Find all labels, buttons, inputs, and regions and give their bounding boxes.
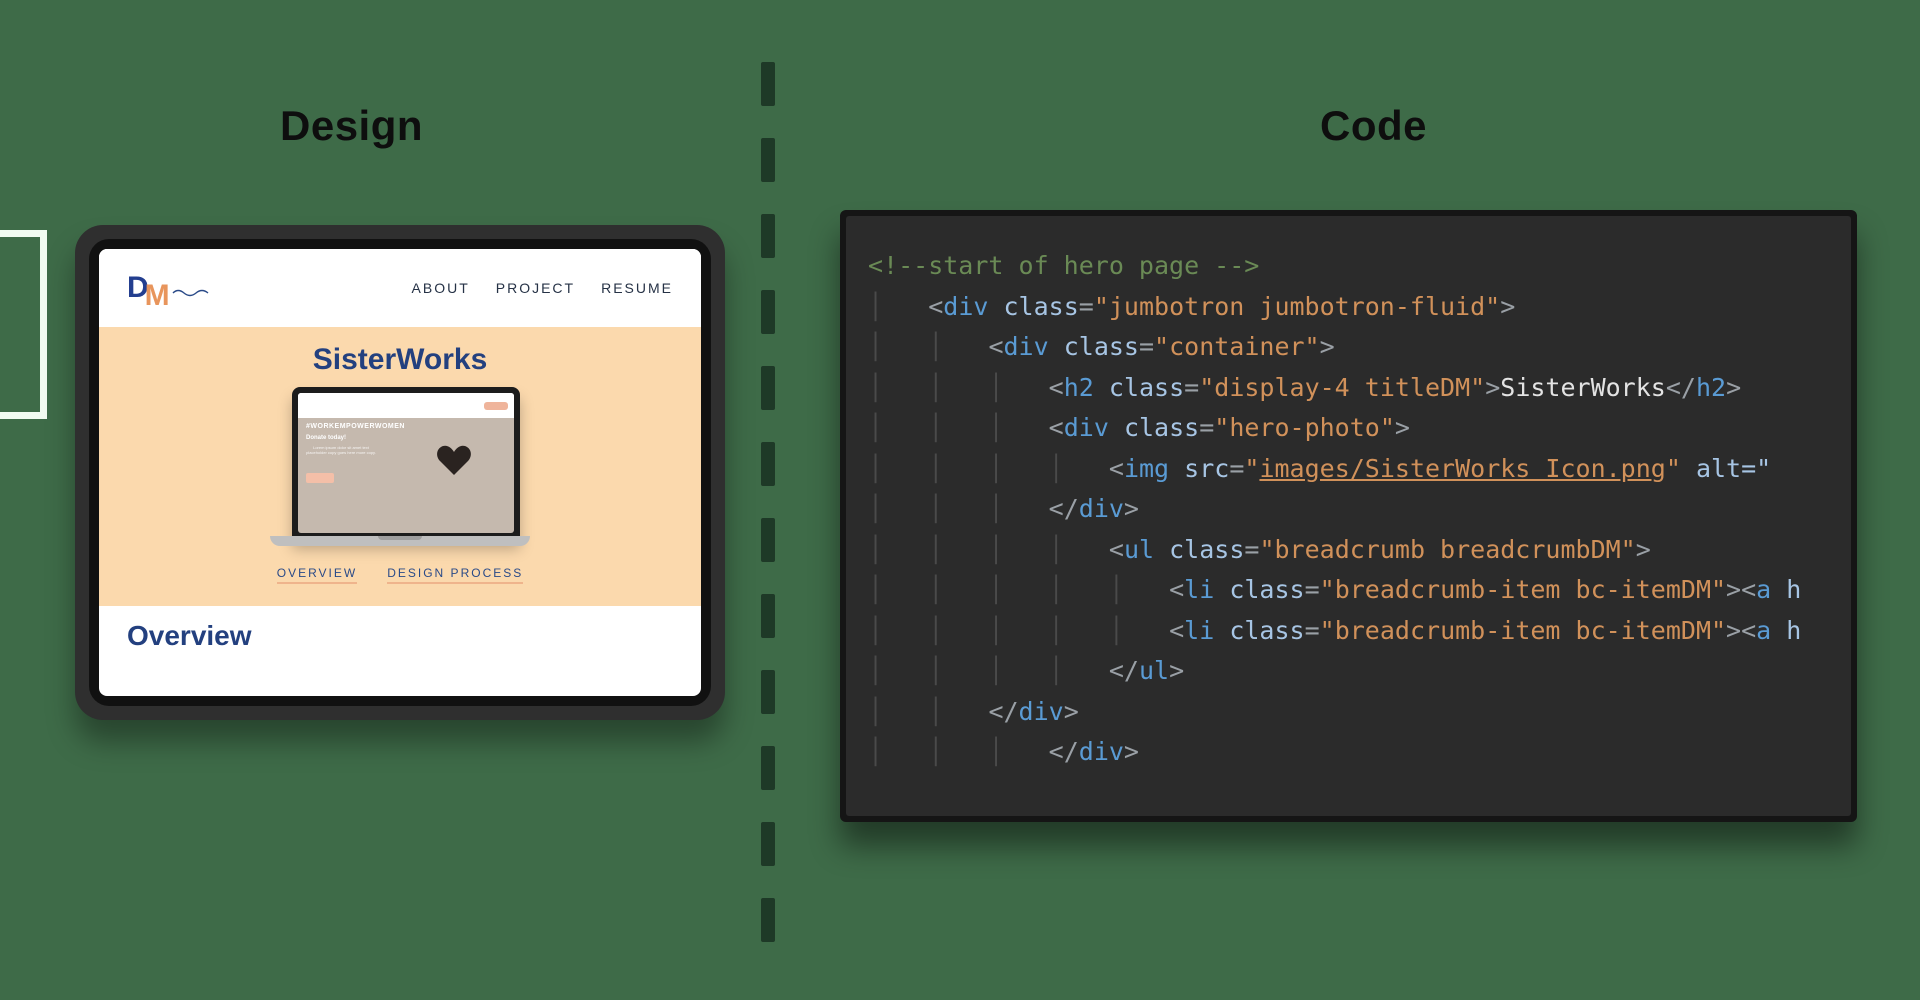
site-hero: SisterWorks #WORKEMPOWERWOMEN Donate tod… (99, 327, 701, 606)
nav-resume[interactable]: RESUME (601, 280, 673, 296)
laptop-hero-hashtag: #WORKEMPOWERWOMEN (306, 423, 405, 430)
heart-icon (434, 441, 474, 481)
overview-heading: Overview (99, 606, 701, 652)
divider-dash (761, 670, 775, 714)
laptop-screen: #WORKEMPOWERWOMEN Donate today! Lorem ip… (292, 387, 520, 539)
laptop-topbar (298, 393, 514, 418)
tablet-screen: D M ABOUT PROJECT RESUME SisterWorks (99, 249, 701, 696)
tablet-device-frame: D M ABOUT PROJECT RESUME SisterWorks (75, 225, 725, 720)
divider-dash (761, 518, 775, 562)
crumb-design-process[interactable]: DESIGN PROCESS (387, 566, 523, 584)
divider-dash (761, 290, 775, 334)
laptop-hero-subtitle: Donate today! (306, 435, 346, 441)
divider-dash (761, 442, 775, 486)
code-editor-content: <!--start of hero page --> │ <div class=… (846, 216, 1851, 816)
site-nav: ABOUT PROJECT RESUME (412, 280, 673, 296)
code-editor-frame: <!--start of hero page --> │ <div class=… (840, 210, 1857, 822)
tablet-bezel: D M ABOUT PROJECT RESUME SisterWorks (89, 239, 711, 706)
divider-dash (761, 138, 775, 182)
divider-dash (761, 746, 775, 790)
divider-dash (761, 822, 775, 866)
left-bracket-decoration (0, 230, 47, 419)
heading-design: Design (280, 102, 423, 150)
stage: Design Code D M ABOUT PROJECT RESUME (0, 0, 1920, 1000)
laptop-donate-button (306, 473, 334, 483)
divider-dash (761, 898, 775, 942)
logo-letter-m: M (145, 279, 170, 313)
laptop-cta-pill (484, 402, 508, 410)
crumb-overview[interactable]: OVERVIEW (277, 566, 357, 584)
nav-project[interactable]: PROJECT (496, 280, 575, 296)
heading-code: Code (1320, 102, 1427, 150)
hero-breadcrumbs: OVERVIEW DESIGN PROCESS (99, 566, 701, 584)
divider-dash (761, 214, 775, 258)
site-logo[interactable]: D M (127, 271, 212, 305)
hero-title: SisterWorks (99, 343, 701, 377)
divider-dash (761, 62, 775, 106)
site-header: D M ABOUT PROJECT RESUME (99, 249, 701, 327)
nav-about[interactable]: ABOUT (412, 280, 470, 296)
divider-dash (761, 594, 775, 638)
laptop-hero-body: Lorem ipsum dolor sit amet text placehol… (306, 445, 376, 455)
divider-dash (761, 366, 775, 410)
logo-squiggle-icon (172, 287, 212, 297)
laptop-screen-content: #WORKEMPOWERWOMEN Donate today! Lorem ip… (298, 393, 514, 533)
laptop-base (270, 536, 530, 546)
laptop-mockup: #WORKEMPOWERWOMEN Donate today! Lorem ip… (270, 387, 530, 552)
